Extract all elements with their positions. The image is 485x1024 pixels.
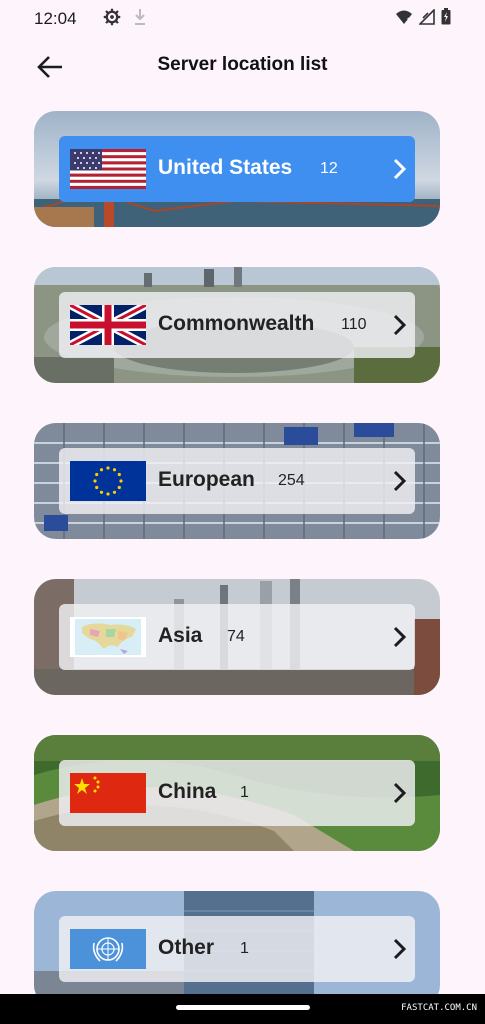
status-right [395,7,451,30]
server-count: 12 [320,160,338,177]
wifi-icon [395,9,413,30]
app-bar: Server location list [0,38,485,94]
location-row: China 1 [59,760,415,826]
location-row: United States 12 [59,136,415,202]
location-row: Commonwealth 110 [59,292,415,358]
watermark: FASTCAT.COM.CN [401,1003,477,1013]
location-card-united-states[interactable]: United States 12 [34,111,440,227]
download-icon [133,8,147,31]
chevron-right-icon [393,470,407,492]
server-count: 1 [240,940,249,957]
location-name: European [158,468,255,491]
server-count: 1 [240,784,249,801]
location-name: Asia [158,624,203,647]
battery-icon [441,8,451,30]
location-row: European 254 [59,448,415,514]
server-count: 74 [227,628,245,645]
status-left: 12:04 [34,8,147,31]
location-card-european[interactable]: European 254 [34,423,440,539]
location-name: United States [158,156,293,179]
status-time: 12:04 [34,9,77,28]
chevron-right-icon [393,158,407,180]
signal-icon [418,7,435,30]
chevron-right-icon [393,314,407,336]
server-count: 110 [341,316,367,333]
system-nav-bar: FASTCAT.COM.CN [0,994,485,1024]
asia-map-icon [70,617,146,657]
un-flag-icon [70,929,146,969]
us-flag-icon [70,149,146,189]
status-bar: 12:04 [0,0,485,38]
location-card-asia[interactable]: Asia 74 [34,579,440,695]
location-card-other[interactable]: Other 1 [34,891,440,1007]
chevron-right-icon [393,782,407,804]
location-name: Other [158,936,215,959]
gear-icon [103,8,121,31]
page-title: Server location list [157,54,328,75]
home-gesture-handle[interactable] [176,1005,310,1010]
eu-flag-icon [70,461,146,501]
china-flag-icon [70,773,146,813]
location-row: Asia 74 [59,604,415,670]
location-name: China [158,780,217,803]
uk-flag-icon [70,305,146,345]
chevron-right-icon [393,626,407,648]
location-name: Commonwealth [158,312,315,335]
server-count: 254 [278,472,305,489]
chevron-right-icon [393,938,407,960]
location-card-commonwealth[interactable]: Commonwealth 110 [34,267,440,383]
location-row: Other 1 [59,916,415,982]
location-card-china[interactable]: China 1 [34,735,440,851]
